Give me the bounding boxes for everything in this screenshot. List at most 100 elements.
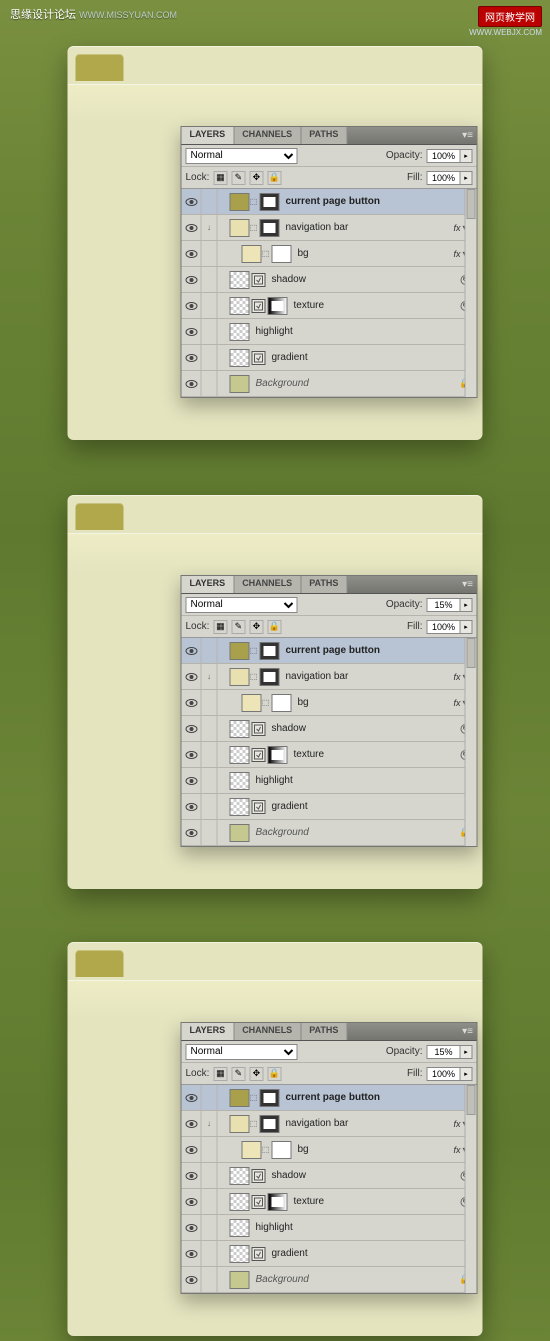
layer-thumbnail[interactable] xyxy=(230,746,250,764)
link-col[interactable] xyxy=(202,1215,218,1240)
panel-menu-icon[interactable]: ▾≡ xyxy=(459,127,477,144)
link-col[interactable] xyxy=(202,319,218,344)
layer-row[interactable]: ↓⬚navigation barfx▾ xyxy=(182,664,477,690)
visibility-toggle[interactable] xyxy=(182,638,202,663)
link-col[interactable] xyxy=(202,690,218,715)
layer-row[interactable]: ⬚current page button xyxy=(182,189,477,215)
visibility-toggle[interactable] xyxy=(182,1241,202,1266)
layer-name[interactable]: current page button xyxy=(286,1092,380,1103)
fill-input[interactable] xyxy=(427,620,461,634)
layer-thumbnail[interactable] xyxy=(230,1245,250,1263)
layer-name[interactable]: shadow xyxy=(272,1170,306,1181)
tab-paths[interactable]: PATHS xyxy=(301,1023,347,1040)
visibility-toggle[interactable] xyxy=(182,215,202,240)
layer-mask[interactable] xyxy=(268,1193,288,1211)
layer-name[interactable]: gradient xyxy=(272,1248,308,1259)
layer-row[interactable]: highlight xyxy=(182,1215,477,1241)
fx-badge[interactable]: fx xyxy=(453,249,460,259)
layer-thumbnail[interactable] xyxy=(230,1115,250,1133)
visibility-toggle[interactable] xyxy=(182,293,202,318)
layer-thumbnail[interactable] xyxy=(230,219,250,237)
visibility-toggle[interactable] xyxy=(182,742,202,767)
layer-thumbnail[interactable] xyxy=(242,694,262,712)
layer-row[interactable]: texture⊕ xyxy=(182,293,477,319)
lock-all-icon[interactable]: 🔒 xyxy=(267,1067,281,1081)
layer-name[interactable]: gradient xyxy=(272,352,308,363)
visibility-toggle[interactable] xyxy=(182,820,202,845)
link-col[interactable] xyxy=(202,267,218,292)
visibility-toggle[interactable] xyxy=(182,1189,202,1214)
layer-thumbnail[interactable] xyxy=(230,271,250,289)
opacity-flyout-icon[interactable]: ▸ xyxy=(461,598,473,612)
link-col[interactable] xyxy=(202,638,218,663)
layer-mask[interactable] xyxy=(260,668,280,686)
visibility-toggle[interactable] xyxy=(182,189,202,214)
visibility-toggle[interactable] xyxy=(182,345,202,370)
layer-row[interactable]: ↓⬚navigation barfx▾ xyxy=(182,1111,477,1137)
visibility-toggle[interactable] xyxy=(182,794,202,819)
visibility-toggle[interactable] xyxy=(182,1163,202,1188)
current-page-tab[interactable] xyxy=(76,950,124,977)
link-col[interactable] xyxy=(202,1163,218,1188)
layer-mask[interactable] xyxy=(272,245,292,263)
current-page-tab[interactable] xyxy=(76,54,124,81)
layer-row[interactable]: texture⊕ xyxy=(182,742,477,768)
link-col[interactable] xyxy=(202,1189,218,1214)
layer-row[interactable]: ⬚bgfx▾ xyxy=(182,690,477,716)
opacity-flyout-icon[interactable]: ▸ xyxy=(461,149,473,163)
layer-name[interactable]: gradient xyxy=(272,801,308,812)
layer-mask[interactable] xyxy=(260,1089,280,1107)
link-col[interactable] xyxy=(202,716,218,741)
layer-name[interactable]: shadow xyxy=(272,274,306,285)
tab-paths[interactable]: PATHS xyxy=(301,127,347,144)
visibility-toggle[interactable] xyxy=(182,241,202,266)
layer-thumbnail[interactable] xyxy=(242,1141,262,1159)
lock-transparency-icon[interactable]: ▦ xyxy=(213,1067,227,1081)
layer-name[interactable]: highlight xyxy=(256,326,293,337)
lock-position-icon[interactable]: ✥ xyxy=(249,171,263,185)
opacity-input[interactable] xyxy=(427,1045,461,1059)
layer-thumbnail[interactable] xyxy=(230,375,250,393)
lock-position-icon[interactable]: ✥ xyxy=(249,1067,263,1081)
link-col[interactable]: ↓ xyxy=(202,215,218,240)
layer-thumbnail[interactable] xyxy=(230,349,250,367)
layer-name[interactable]: shadow xyxy=(272,723,306,734)
layer-thumbnail[interactable] xyxy=(230,824,250,842)
layer-row[interactable]: highlight xyxy=(182,319,477,345)
layer-row[interactable]: shadow⊕ xyxy=(182,716,477,742)
blend-mode-select[interactable]: Normal xyxy=(186,1044,298,1060)
layer-thumbnail[interactable] xyxy=(230,642,250,660)
fill-input[interactable] xyxy=(427,1067,461,1081)
lock-pixels-icon[interactable]: ✎ xyxy=(231,171,245,185)
layer-name[interactable]: texture xyxy=(294,1196,325,1207)
link-col[interactable]: ↓ xyxy=(202,1111,218,1136)
visibility-toggle[interactable] xyxy=(182,1111,202,1136)
fx-badge[interactable]: fx xyxy=(453,672,460,682)
layer-row[interactable]: gradient xyxy=(182,794,477,820)
layer-name[interactable]: current page button xyxy=(286,196,380,207)
fx-badge[interactable]: fx xyxy=(453,1145,460,1155)
layer-thumbnail[interactable] xyxy=(230,798,250,816)
layer-mask[interactable] xyxy=(260,1115,280,1133)
layer-name[interactable]: highlight xyxy=(256,1222,293,1233)
layer-mask[interactable] xyxy=(260,219,280,237)
visibility-toggle[interactable] xyxy=(182,371,202,396)
link-col[interactable] xyxy=(202,345,218,370)
layer-thumbnail[interactable] xyxy=(230,193,250,211)
lock-transparency-icon[interactable]: ▦ xyxy=(213,171,227,185)
fx-badge[interactable]: fx xyxy=(453,1119,460,1129)
opacity-flyout-icon[interactable]: ▸ xyxy=(461,1045,473,1059)
layer-row[interactable]: shadow⊕ xyxy=(182,1163,477,1189)
tab-layers[interactable]: LAYERS xyxy=(182,1023,235,1040)
link-col[interactable] xyxy=(202,820,218,845)
scrollbar[interactable] xyxy=(465,638,477,846)
layer-name[interactable]: texture xyxy=(294,749,325,760)
layer-thumbnail[interactable] xyxy=(230,1219,250,1237)
layer-name[interactable]: current page button xyxy=(286,645,380,656)
panel-menu-icon[interactable]: ▾≡ xyxy=(459,1023,477,1040)
tab-channels[interactable]: CHANNELS xyxy=(234,576,301,593)
visibility-toggle[interactable] xyxy=(182,1085,202,1110)
layer-name[interactable]: navigation bar xyxy=(286,671,349,682)
layer-thumbnail[interactable] xyxy=(230,297,250,315)
fill-flyout-icon[interactable]: ▸ xyxy=(461,620,473,634)
